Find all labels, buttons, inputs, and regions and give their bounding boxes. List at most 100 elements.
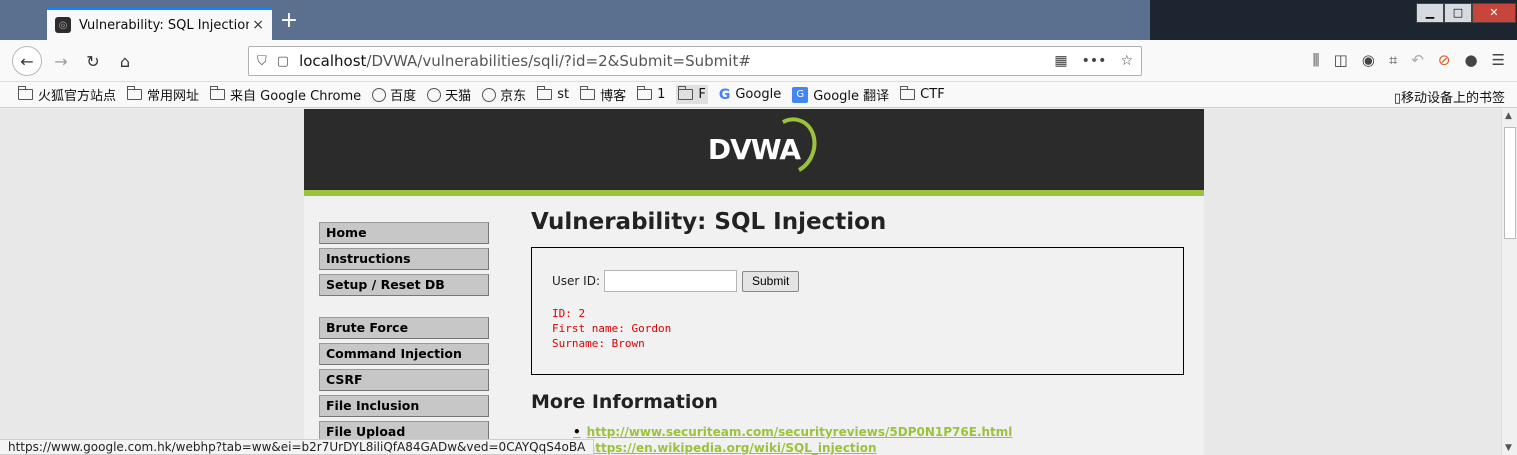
bookmark-label: 1	[657, 87, 666, 102]
folder-icon	[580, 86, 596, 100]
back-button[interactable]: ←	[12, 46, 42, 76]
close-window-button[interactable]: ✕	[1472, 3, 1516, 23]
home-button[interactable]: ⌂	[110, 46, 140, 76]
maximize-button[interactable]: □	[1444, 3, 1472, 23]
google-icon: G	[718, 86, 731, 103]
google-translate-icon: G	[792, 86, 809, 103]
bookmark-item[interactable]: G Google 翻译	[792, 85, 889, 104]
bookmark-label: Google 翻译	[813, 89, 890, 104]
bookmark-item[interactable]: 京东	[482, 85, 526, 104]
dvwa-header: DVWA	[304, 109, 1204, 196]
query-result: ID: 2 First name: Gordon Surname: Brown	[552, 306, 1183, 351]
url-bar[interactable]: ⛉ ▢ localhost/DVWA/vulnerabilities/sqli/…	[248, 46, 1142, 76]
shield-icon[interactable]: ⛉	[257, 54, 267, 69]
new-tab-button[interactable]: +	[278, 10, 300, 34]
menu-item-instructions[interactable]: Instructions	[319, 248, 489, 270]
link-securiteam[interactable]: http://www.securiteam.com/securityreview…	[587, 425, 1013, 439]
bookmark-item[interactable]: 百度	[372, 85, 416, 104]
dvwa-favicon-icon: ◎	[55, 17, 71, 33]
mobile-bookmarks-label: 移动设备上的书签	[1400, 91, 1505, 106]
bookmark-label: CTF	[920, 87, 945, 102]
qr-code-icon[interactable]: ▦	[1054, 53, 1067, 69]
dvwa-logo: DVWA	[708, 110, 825, 182]
folder-icon	[637, 86, 653, 100]
forward-button[interactable]: →	[46, 46, 76, 76]
vulnerable-code-area: User ID: Submit ID: 2 First name: Gordon…	[531, 247, 1184, 375]
minimize-button[interactable]: ▁	[1416, 3, 1444, 23]
folder-icon	[210, 86, 226, 100]
list-item[interactable]: • http://www.securiteam.com/securityrevie…	[573, 425, 1191, 439]
bookmark-star-icon[interactable]: ☆	[1120, 53, 1133, 69]
sidebar-icon[interactable]: ◫	[1334, 51, 1348, 69]
menu-icon[interactable]: ☰	[1492, 51, 1505, 69]
vertical-scrollbar[interactable]: ▲ ▼	[1501, 109, 1517, 455]
url-text[interactable]: localhost/DVWA/vulnerabilities/sqli/?id=…	[299, 52, 751, 70]
bookmark-item[interactable]: F	[676, 85, 708, 104]
globe-icon	[482, 87, 497, 102]
tab-title: Vulnerability: SQL Injection ::	[79, 17, 249, 33]
crop-icon[interactable]: ⌗	[1389, 51, 1397, 69]
page-actions-icon[interactable]: •••	[1082, 53, 1107, 69]
scroll-down-icon[interactable]: ▼	[1505, 443, 1512, 453]
bookmark-label: 来自 Google Chrome	[230, 89, 362, 104]
close-tab-icon[interactable]: ×	[252, 17, 264, 33]
bookmark-item[interactable]: 常用网址	[127, 85, 199, 104]
folder-icon	[678, 86, 694, 100]
menu-item-brute-force[interactable]: Brute Force	[319, 317, 489, 339]
mobile-bookmarks[interactable]: ▯移动设备上的书签	[1394, 87, 1505, 106]
library-icon[interactable]: ⫼	[1313, 51, 1320, 69]
bookmark-item[interactable]: 天猫	[427, 85, 471, 104]
bookmark-label: F	[698, 87, 706, 102]
account-icon[interactable]: ◉	[1362, 51, 1375, 69]
bookmark-label: 常用网址	[147, 89, 200, 104]
dvwa-menu: Home Instructions Setup / Reset DB Brute…	[319, 222, 489, 447]
bookmark-label: 天猫	[445, 89, 472, 104]
scrollbar-thumb[interactable]	[1504, 127, 1516, 239]
reload-button[interactable]: ↻	[78, 46, 108, 76]
folder-icon	[127, 86, 143, 100]
menu-item-home[interactable]: Home	[319, 222, 489, 244]
bookmark-item[interactable]: CTF	[900, 86, 945, 102]
undo-icon[interactable]: ↶	[1411, 51, 1424, 69]
browser-window: ◎ Vulnerability: SQL Injection :: × + ▁ …	[0, 0, 1517, 455]
url-host: localhost	[299, 52, 367, 70]
folder-icon	[537, 86, 553, 100]
tab-active[interactable]: ◎ Vulnerability: SQL Injection :: ×	[47, 8, 272, 40]
page-content: DVWA Home Instructions Setup / Reset DB …	[0, 109, 1501, 455]
bookmark-label: 百度	[390, 89, 417, 104]
submit-button[interactable]: Submit	[742, 270, 800, 292]
bookmark-label: 火狐官方站点	[38, 89, 117, 104]
folder-icon	[900, 86, 916, 100]
menu-item-file-inclusion[interactable]: File Inclusion	[319, 395, 489, 417]
bookmark-item[interactable]: st	[537, 86, 570, 102]
bookmark-item[interactable]: 火狐官方站点	[18, 85, 116, 104]
extension-icon[interactable]: ●	[1464, 51, 1477, 69]
more-info-heading: More Information	[531, 391, 718, 413]
bookmark-item[interactable]: G Google	[719, 87, 781, 103]
dvwa-main: Vulnerability: SQL Injection User ID: Su…	[531, 209, 1191, 455]
menu-item-command-injection[interactable]: Command Injection	[319, 343, 489, 365]
url-path: /DVWA/vulnerabilities/sqli/?id=2&Submit=…	[366, 52, 751, 70]
user-id-input[interactable]	[604, 270, 737, 292]
link-wikipedia[interactable]: https://en.wikipedia.org/wiki/SQL_inject…	[587, 441, 877, 455]
bookmark-item[interactable]: 1	[637, 86, 666, 102]
menu-item-csrf[interactable]: CSRF	[319, 369, 489, 391]
bullet-icon: •	[573, 425, 581, 439]
globe-icon	[372, 87, 387, 102]
scroll-up-icon[interactable]: ▲	[1505, 111, 1512, 121]
result-id: ID: 2	[552, 307, 586, 320]
toolbar-icons: ⫼ ◫ ◉ ⌗ ↶ ⊘ ● ☰	[1313, 51, 1505, 69]
mobile-device-icon: ▯	[1393, 91, 1401, 106]
bookmark-item[interactable]: 博客	[580, 85, 626, 104]
bookmark-label: 京东	[500, 89, 527, 104]
menu-item-setup[interactable]: Setup / Reset DB	[319, 274, 489, 296]
list-item[interactable]: •https://en.wikipedia.org/wiki/SQL_injec…	[573, 441, 1191, 455]
bookmark-label: st	[557, 87, 570, 102]
blocker-icon[interactable]: ⊘	[1438, 51, 1451, 69]
globe-icon	[427, 87, 442, 102]
page-info-icon[interactable]: ▢	[277, 54, 289, 69]
dvwa-page: DVWA Home Instructions Setup / Reset DB …	[304, 109, 1204, 455]
bookmarks-bar: 火狐官方站点 常用网址 来自 Google Chrome 百度 天猫 京东 st…	[0, 82, 1517, 108]
bookmark-item[interactable]: 来自 Google Chrome	[210, 85, 361, 104]
logo-swirl-icon	[757, 110, 825, 182]
